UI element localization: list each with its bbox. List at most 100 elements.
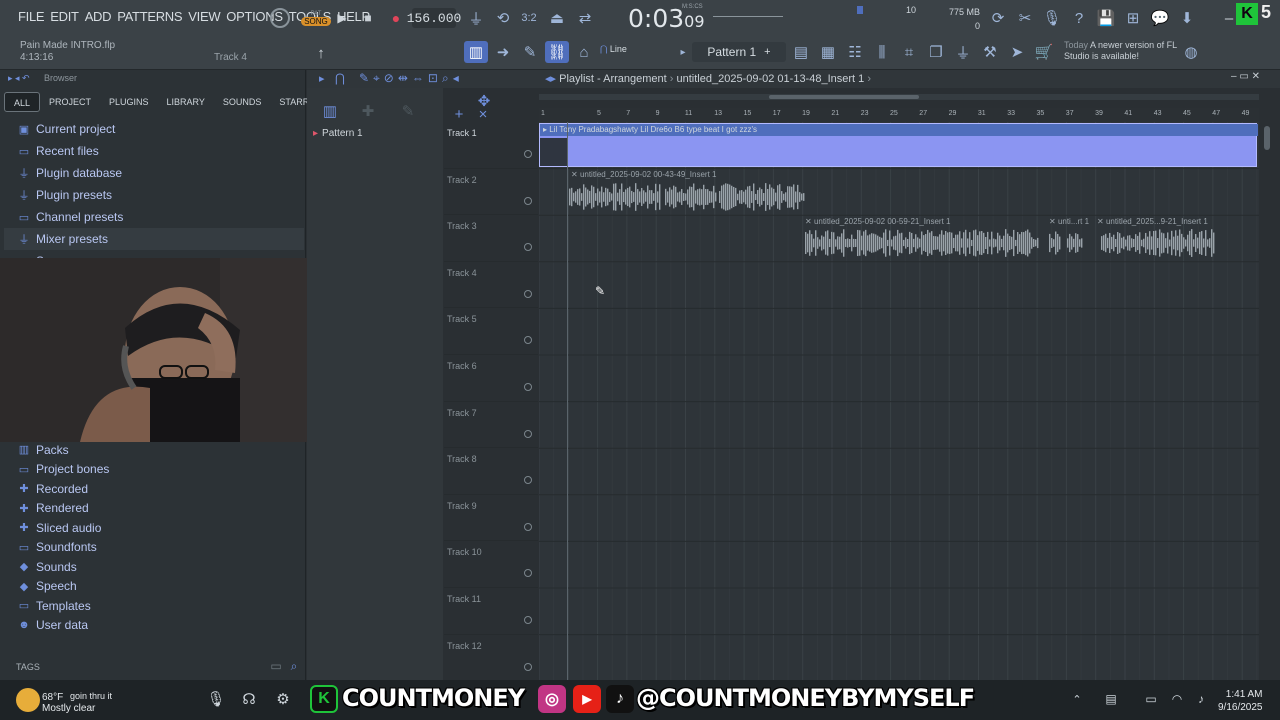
save-icon[interactable]: 💾 — [1095, 7, 1117, 29]
mic-icon[interactable]: 🎙 — [1041, 7, 1063, 29]
tray-network-icon[interactable]: ▤ — [1100, 688, 1122, 710]
play-button[interactable]: ▶ — [333, 8, 351, 28]
playhead-line[interactable] — [567, 122, 568, 682]
routing-icon[interactable]: ⌗ — [898, 41, 920, 63]
track-mute-icon[interactable] — [524, 196, 532, 205]
draw-icon[interactable]: ✎ — [519, 41, 541, 63]
update-notice[interactable]: Today A newer version of FL Studio is av… — [1064, 40, 1184, 62]
tree-item-rendered[interactable]: ✚ Rendered — [4, 499, 304, 519]
track-header[interactable]: Track 10 — [444, 541, 538, 588]
cut-icon[interactable]: ✂ — [1014, 7, 1036, 29]
help-icon[interactable]: ? — [1068, 7, 1090, 29]
chat-icon[interactable]: 💬 — [1149, 7, 1171, 29]
tree-item-sliced-audio[interactable]: ✚ Sliced audio — [4, 518, 304, 538]
master-volume-knob[interactable] — [270, 8, 290, 28]
track-header[interactable]: Track 7 — [444, 402, 538, 449]
prev-pattern-icon[interactable]: ▸ — [672, 41, 694, 63]
tree-item-project-bones[interactable]: ▭ Project bones — [4, 460, 304, 480]
tree-item-recent-files[interactable]: ▭ Recent files — [4, 140, 304, 162]
send-icon[interactable]: ➤ — [1006, 41, 1028, 63]
playlist-tools-icons[interactable]: ✎⌖⊘⇹⇔⊡⌕◂ — [359, 71, 463, 86]
menu-edit[interactable]: EDIT — [50, 9, 79, 24]
mixer-icon[interactable]: ⫼ — [871, 41, 893, 63]
tray-display-icon[interactable]: ▭ — [1140, 688, 1162, 710]
track-header[interactable]: Track 9 — [444, 495, 538, 542]
wait-input-icon[interactable]: ⇄ — [574, 7, 596, 29]
track-mute-icon[interactable] — [524, 662, 532, 671]
track-header[interactable]: Track 8 — [444, 448, 538, 495]
tree-item-user-data[interactable]: ☻ User data — [4, 616, 304, 636]
cart-icon[interactable]: 🛒 — [1033, 41, 1055, 63]
menu-add[interactable]: ADD — [85, 9, 112, 24]
gear-icon[interactable]: ⚙ — [272, 688, 294, 710]
vertical-scrollbar[interactable] — [1262, 124, 1272, 680]
piano-roll-icon[interactable]: ▦ — [817, 41, 839, 63]
tab-all[interactable]: ALL — [4, 92, 41, 112]
track-header[interactable]: Track 6 — [444, 355, 538, 402]
tab-project[interactable]: PROJECT — [40, 92, 100, 112]
tab-library[interactable]: LIBRARY — [158, 92, 214, 112]
channel-rack-icon[interactable]: ☷ — [844, 41, 866, 63]
track-header[interactable]: Track 4 — [444, 262, 538, 309]
step-edit-icon[interactable]: 3:2 — [518, 7, 540, 29]
menu-patterns[interactable]: PATTERNS — [117, 9, 182, 24]
tree-item-recorded[interactable]: ✚ Recorded — [4, 479, 304, 499]
tab-plugins[interactable]: PLUGINS — [100, 92, 158, 112]
horizontal-scroll-thumb[interactable] — [769, 95, 919, 99]
audio-clip-track1[interactable]: ▸ Lil Tony Pradabagshawty Lil Dre6o B6 t… — [539, 123, 1258, 167]
download-icon[interactable]: ⬇ — [1176, 7, 1198, 29]
vertical-scroll-thumb[interactable] — [1264, 126, 1270, 150]
pattern-selector[interactable]: Pattern 1 + — [692, 42, 786, 62]
stamp-icon[interactable]: ⌂ — [573, 41, 595, 63]
plug-icon[interactable]: ⏚ — [952, 41, 974, 63]
playlist-view-icon[interactable]: ▥ — [464, 41, 488, 63]
link-icon[interactable]: ⛓ — [545, 41, 569, 63]
tab-sounds[interactable]: SOUNDS — [214, 92, 271, 112]
playlist-icon[interactable]: ▤ — [790, 41, 812, 63]
track-mute-icon[interactable] — [524, 243, 532, 252]
track-mute-icon[interactable] — [524, 569, 532, 578]
add-pattern-icon[interactable]: + — [764, 46, 770, 58]
globe-icon[interactable]: ◍ — [1180, 41, 1202, 63]
tree-item-channel-presets[interactable]: ▭ Channel presets — [4, 206, 304, 228]
track-mute-icon[interactable] — [524, 336, 532, 345]
tree-item-sounds[interactable]: ◆ Sounds — [4, 557, 304, 577]
tree-item-current-project[interactable]: ▣ Current project — [4, 118, 304, 140]
tree-item-templates[interactable]: ▭ Templates — [4, 596, 304, 616]
track-mute-icon[interactable] — [524, 429, 532, 438]
tuner-icon[interactable]: ⚒ — [979, 41, 1001, 63]
record-button[interactable]: ● — [387, 8, 405, 28]
menu-file[interactable]: FILE — [18, 9, 45, 24]
track-mute-icon[interactable] — [524, 616, 532, 624]
search-icon[interactable]: ⌕ — [284, 657, 304, 675]
loop-record-icon[interactable]: ⟲ — [492, 7, 514, 29]
folder-small-icon[interactable]: ▭ — [266, 657, 286, 675]
refresh-icon[interactable]: ⟳ — [987, 7, 1009, 29]
mic-small-icon[interactable]: 🎙 — [205, 688, 227, 710]
tree-item-mixer-presets[interactable]: ⏚ Mixer presets — [4, 228, 304, 250]
waveform-clip3[interactable] — [805, 228, 1215, 258]
metronome-icon[interactable]: ⏚ — [465, 7, 487, 29]
blend-notes-icon[interactable]: ⏏ — [546, 7, 568, 29]
tray-wifi-icon[interactable]: ◠ — [1166, 688, 1188, 710]
menu-view[interactable]: VIEW — [188, 9, 220, 24]
track-header[interactable]: Track 5 — [444, 308, 538, 355]
pointer-icon[interactable]: ↑ — [310, 42, 332, 64]
files-icon[interactable]: ❐ — [925, 41, 947, 63]
remove-icon[interactable]: × — [475, 106, 491, 123]
magnet-snap-icon[interactable]: ⋂ — [335, 71, 345, 85]
add-icon[interactable]: + — [451, 106, 467, 123]
tempo-display[interactable]: 156.000 — [407, 8, 461, 28]
tree-item-packs[interactable]: ▥ Packs — [4, 440, 304, 460]
plugin-icon[interactable]: ⊞ — [1122, 7, 1144, 29]
playlist-menu-icon[interactable]: ▸ — [319, 72, 325, 85]
tree-item-speech[interactable]: ◆ Speech — [4, 577, 304, 597]
track-mute-icon[interactable] — [524, 522, 532, 531]
track-mute-icon[interactable] — [524, 150, 532, 158]
tree-item-plugin-database[interactable]: ⏚ Plugin database — [4, 162, 304, 184]
track-header[interactable]: Track 3 — [444, 215, 538, 262]
snap-select[interactable]: ⋂ Line — [600, 44, 627, 55]
track-mute-icon[interactable] — [524, 383, 532, 391]
stop-button[interactable]: ■ — [359, 8, 377, 28]
arrangement-grid[interactable]: ▸ Lil Tony Pradabagshawty Lil Dre6o B6 t… — [539, 122, 1259, 682]
